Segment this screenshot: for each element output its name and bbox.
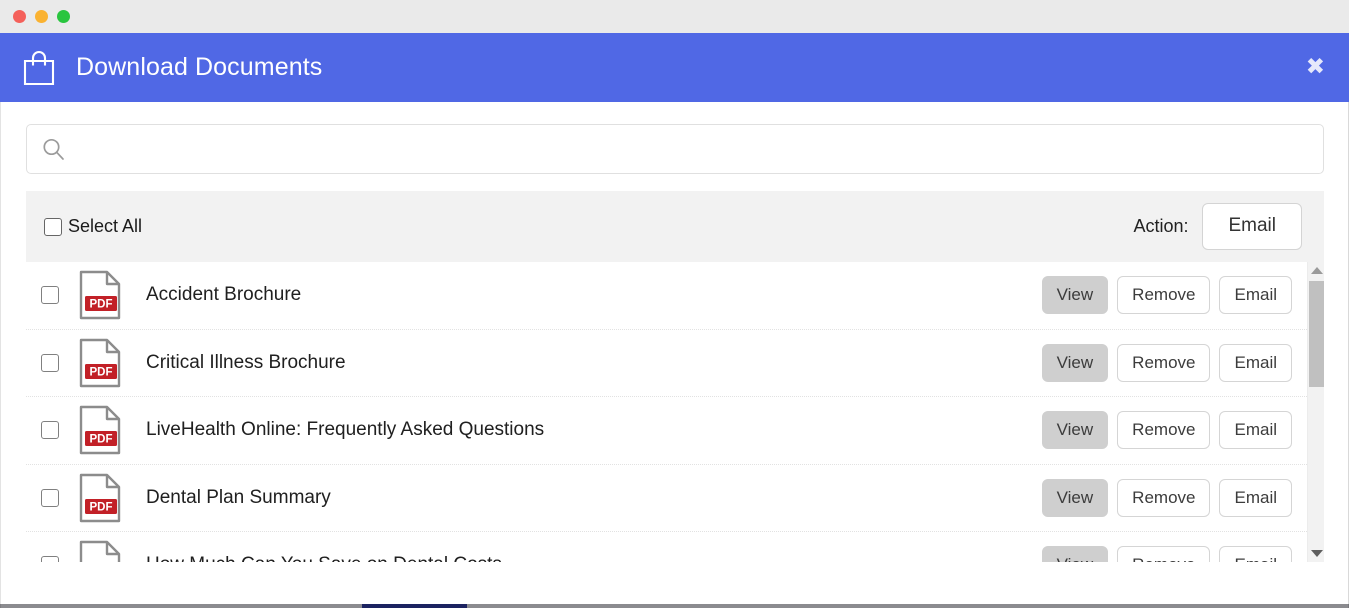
download-documents-window: Download Documents ✖ Select All Action: … (0, 0, 1349, 608)
view-button[interactable]: View (1042, 546, 1109, 562)
document-title: How Much Can You Save on Dental Costs (146, 554, 502, 562)
svg-text:PDF: PDF (90, 366, 113, 378)
remove-button[interactable]: Remove (1117, 411, 1210, 449)
row-action-buttons: ViewRemoveEmail (1042, 479, 1311, 517)
window-minimize-dot[interactable] (35, 10, 48, 23)
row-checkbox[interactable] (41, 354, 59, 372)
bulk-email-button[interactable]: Email (1202, 203, 1302, 250)
close-icon[interactable]: ✖ (1304, 56, 1327, 79)
shopping-bag-icon (21, 49, 57, 87)
email-button[interactable]: Email (1219, 411, 1292, 449)
select-all-label: Select All (68, 216, 142, 237)
chevron-up-icon[interactable] (1308, 262, 1324, 279)
chevron-down-icon[interactable] (1308, 545, 1324, 562)
desktop-taskbar (0, 604, 1349, 608)
row-action-buttons: ViewRemoveEmail (1042, 411, 1311, 449)
window-maximize-dot[interactable] (57, 10, 70, 23)
document-title: Dental Plan Summary (146, 487, 331, 509)
remove-button[interactable]: Remove (1117, 276, 1210, 314)
search-bar[interactable] (26, 124, 1324, 174)
bulk-action-group: Action: Email (1133, 203, 1302, 250)
select-all-group[interactable]: Select All (44, 216, 142, 237)
os-title-bar (0, 0, 1349, 33)
pdf-file-icon: PDF (77, 472, 125, 524)
table-row[interactable]: PDF Dental Plan Summary ViewRemoveEmail (26, 465, 1311, 533)
row-checkbox[interactable] (41, 556, 59, 562)
remove-button[interactable]: Remove (1117, 479, 1210, 517)
email-button[interactable]: Email (1219, 344, 1292, 382)
remove-button[interactable]: Remove (1117, 546, 1210, 562)
table-row[interactable]: PDF How Much Can You Save on Dental Costs… (26, 532, 1311, 562)
document-title: LiveHealth Online: Frequently Asked Ques… (146, 419, 544, 441)
table-row[interactable]: PDF Critical Illness Brochure ViewRemoveEm… (26, 330, 1311, 398)
scrollbar-thumb[interactable] (1309, 281, 1324, 387)
pdf-file-icon: PDF (77, 539, 125, 562)
row-checkbox[interactable] (41, 421, 59, 439)
row-action-buttons: View Remove Email (1042, 546, 1311, 562)
document-title: Critical Illness Brochure (146, 352, 346, 374)
pdf-file-icon: PDF (77, 337, 125, 389)
view-button[interactable]: View (1042, 276, 1109, 314)
email-button[interactable]: Email (1219, 276, 1292, 314)
document-list: PDFAccident BrochureViewRemoveEmailPDFCr… (26, 262, 1311, 562)
email-button[interactable]: Email (1219, 546, 1292, 562)
modal-header: Download Documents ✖ (0, 33, 1349, 102)
search-input[interactable] (76, 125, 1309, 173)
modal-body: Select All Action: Email PDF Accident Bro… (0, 102, 1349, 608)
window-close-dot[interactable] (13, 10, 26, 23)
view-button[interactable]: View (1042, 344, 1109, 382)
page-title: Download Documents (76, 53, 322, 82)
svg-text:PDF: PDF (90, 299, 113, 311)
select-all-checkbox[interactable] (44, 218, 62, 236)
row-action-buttons: ViewRemoveEmail (1042, 344, 1311, 382)
document-title: Accident Brochure (146, 284, 301, 306)
svg-text:PDF: PDF (90, 434, 113, 446)
email-button[interactable]: Email (1219, 479, 1292, 517)
list-scrollbar[interactable] (1307, 262, 1324, 562)
pdf-file-icon: PDF (77, 269, 125, 321)
table-row[interactable]: PDF Accident Brochure ViewRemoveEmail (26, 262, 1311, 330)
table-row[interactable]: PDF LiveHealth Online: Frequently Asked Q… (26, 397, 1311, 465)
view-button[interactable]: View (1042, 411, 1109, 449)
remove-button[interactable]: Remove (1117, 344, 1210, 382)
action-bar: Select All Action: Email (26, 191, 1324, 262)
traffic-light-controls (13, 10, 70, 23)
pdf-file-icon: PDF (77, 404, 125, 456)
document-list-area: PDFAccident BrochureViewRemoveEmailPDFCr… (26, 262, 1324, 562)
row-checkbox[interactable] (41, 489, 59, 507)
search-icon (41, 137, 66, 162)
action-label: Action: (1133, 216, 1188, 237)
taskbar-active-window (362, 604, 467, 608)
row-action-buttons: ViewRemoveEmail (1042, 276, 1311, 314)
svg-text:PDF: PDF (90, 501, 113, 513)
view-button[interactable]: View (1042, 479, 1109, 517)
row-checkbox[interactable] (41, 286, 59, 304)
